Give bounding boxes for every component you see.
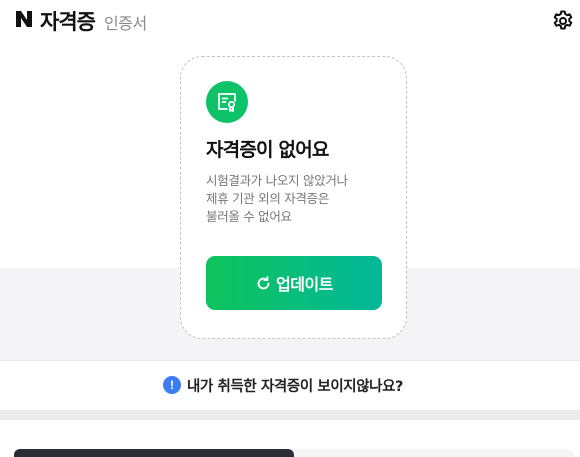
empty-state-description: 시험결과가 나오지 않았거나 제휴 기관 외의 자격증은 불러올 수 없어요 [206,172,391,226]
update-button-label: 업데이트 [276,275,333,294]
info-icon: ! [163,376,181,394]
empty-state-card: 자격증이 없어요 시험결과가 나오지 않았거나 제휴 기관 외의 자격증은 불러… [180,56,407,339]
description-line: 제휴 기관 외의 자격증은 [206,191,330,206]
help-row: ! 내가 취득한 자격증이 보이지않나요? [0,361,580,410]
app-header: 자격증 인증서 [0,0,580,40]
bottom-tab-active[interactable] [14,449,294,457]
description-line: 시험결과가 나오지 않았거나 [206,173,348,188]
bottom-tab-inactive[interactable] [294,449,574,457]
page-title: 자격증 [40,10,96,34]
section-separator [0,410,580,420]
naver-logo-icon [14,9,34,29]
gear-icon[interactable] [551,9,575,33]
description-line: 불러올 수 없어요 [206,209,292,224]
certificate-icon [206,81,248,123]
update-button[interactable]: 업데이트 [206,256,382,310]
help-link-text: 내가 취득한 자격증이 보이지않나요? [187,378,404,395]
empty-state-title: 자격증이 없어요 [206,139,329,161]
missing-certificate-help-link[interactable]: ! 내가 취득한 자격증이 보이지않나요? [163,375,403,395]
page-subtitle: 인증서 [104,14,147,33]
refresh-icon [257,275,270,289]
